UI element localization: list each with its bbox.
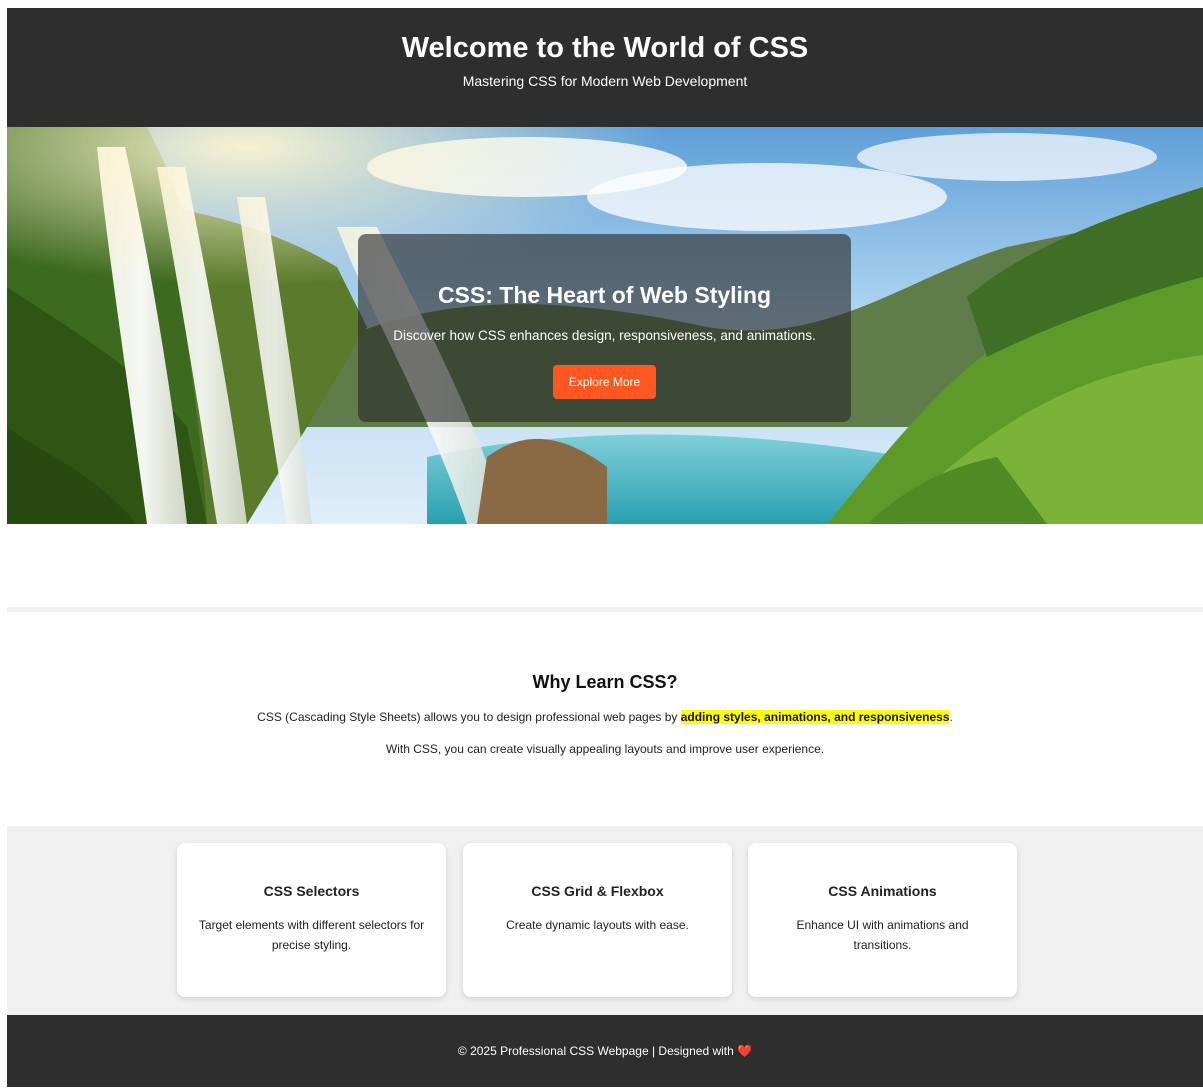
why-paragraph-1: CSS (Cascading Style Sheets) allows you … [7, 710, 1203, 724]
footer-text: © 2025 Professional CSS Webpage | Design… [457, 1044, 734, 1058]
feature-text: Create dynamic layouts with ease. [506, 918, 689, 932]
why-paragraph-2: With CSS, you can create visually appeal… [385, 742, 825, 756]
highlighted-text: adding styles, animations, and responsiv… [680, 710, 950, 724]
why-p1-text: CSS (Cascading Style Sheets) allows you … [257, 710, 681, 724]
site-footer: © 2025 Professional CSS Webpage | Design… [7, 1015, 1203, 1087]
page-title: Welcome to the World of CSS [401, 32, 809, 64]
explore-more-button[interactable]: Explore More [552, 365, 657, 399]
feature-card-grid-flexbox: CSS Grid & Flexbox Create dynamic layout… [463, 843, 732, 997]
site-header: Welcome to the World of CSS Mastering CS… [7, 8, 1203, 127]
page-subtitle: Mastering CSS for Modern Web Development [462, 73, 748, 89]
hero-text: Discover how CSS enhances design, respon… [393, 328, 816, 343]
feature-card-selectors: CSS Selectors Target elements with diffe… [177, 843, 446, 997]
hero-title: CSS: The Heart of Web Styling [437, 282, 772, 308]
heart-icon: ❤️ [737, 1044, 753, 1058]
feature-title: CSS Selectors [263, 883, 360, 899]
hero-banner: CSS: The Heart of Web Styling Discover h… [7, 127, 1203, 524]
spacer [7, 524, 1203, 607]
why-section: Why Learn CSS? CSS (Cascading Style Shee… [7, 612, 1203, 826]
hero-card: CSS: The Heart of Web Styling Discover h… [358, 234, 851, 422]
why-title: Why Learn CSS? [532, 672, 678, 692]
feature-title: CSS Animations [828, 883, 937, 899]
feature-text: Target elements with different selectors… [198, 918, 425, 952]
page: Welcome to the World of CSS Mastering CS… [7, 8, 1203, 1087]
feature-text: Enhance UI with animations and transitio… [796, 918, 969, 952]
features-section: CSS Selectors Target elements with diffe… [7, 826, 1203, 1015]
feature-title: CSS Grid & Flexbox [531, 883, 664, 899]
why-p1-end: . [949, 710, 953, 724]
feature-card-animations: CSS Animations Enhance UI with animation… [748, 843, 1017, 997]
